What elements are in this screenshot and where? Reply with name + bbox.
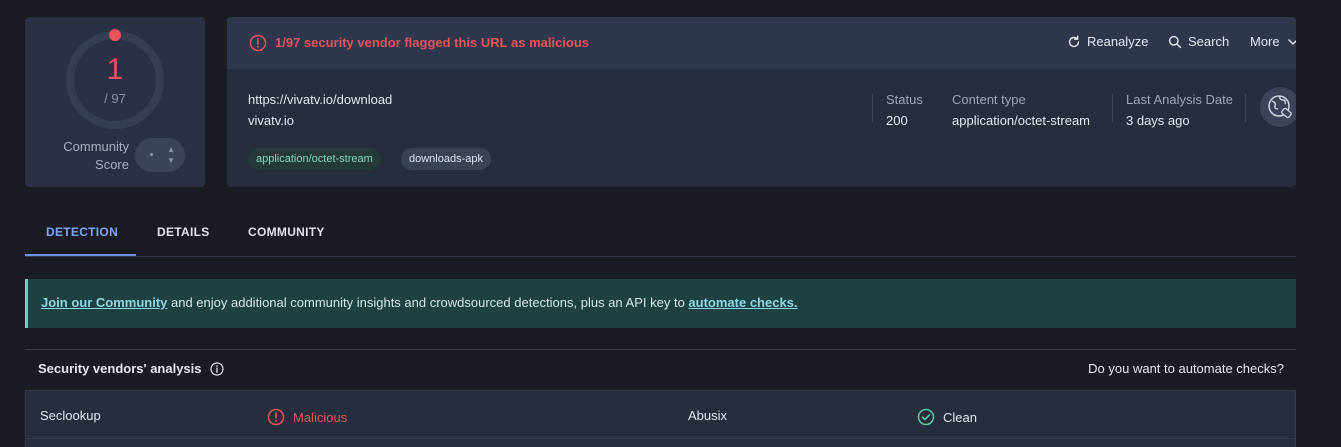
meta-divider [1245, 94, 1246, 122]
vendor-name: Abusix [688, 408, 728, 423]
reanalyze-label: Reanalyze [1087, 34, 1149, 49]
last-analysis-value: 3 days ago [1126, 113, 1190, 128]
vote-arrows-icon[interactable]: ▲ ▼ [167, 144, 175, 166]
alert-circle-icon [267, 408, 285, 426]
community-score-label: Community Score [63, 139, 129, 172]
alert-circle-icon [249, 34, 267, 52]
scanned-domain[interactable]: vivatv.io [248, 113, 294, 128]
scanned-url[interactable]: https://vivatv.io/download [248, 92, 392, 107]
detection-count: 1 [106, 53, 124, 86]
refresh-icon [1068, 35, 1080, 47]
alert-bar: 1/97 security vendor flagged this URL as… [227, 17, 1296, 69]
meta-divider [1112, 94, 1113, 122]
vendor-name: Seclookup [40, 408, 101, 423]
more-label: More [1250, 34, 1280, 49]
alert-message: 1/97 security vendor flagged this URL as… [275, 35, 590, 50]
detection-gauge-marker [109, 29, 121, 41]
vendors-table: Seclookup Malicious Abusix Clean [25, 390, 1296, 447]
row-divider [26, 438, 1295, 439]
content-type-value: application/octet-stream [952, 113, 1091, 128]
community-vote-control[interactable]: ▲ ▼ [135, 138, 185, 172]
vendors-header: Security vendors' analysis Do you want t… [25, 350, 1296, 388]
tab-community[interactable]: COMMUNITY [248, 225, 325, 239]
tag-downloads-apk[interactable]: downloads-apk [401, 148, 491, 170]
search-label: Search [1188, 34, 1230, 49]
banner-text: and enjoy additional community insights … [167, 295, 689, 310]
meta-divider [872, 94, 873, 122]
tab-details[interactable]: DETAILS [157, 225, 210, 239]
automate-checks-prompt[interactable]: Do you want to automate checks? [1088, 361, 1284, 376]
info-icon[interactable] [209, 361, 224, 376]
url-globe-icon [1260, 87, 1296, 127]
vendor-result-clean: Clean [917, 408, 977, 426]
more-menu-button[interactable]: More [1250, 34, 1296, 49]
status-value: 200 [886, 113, 908, 128]
community-score-card: 1 / 97 Community Score ▲ ▼ [25, 17, 205, 187]
join-community-link[interactable]: Join our Community [41, 295, 167, 310]
security-vendors-section: Security vendors' analysis Do you want t… [25, 349, 1296, 447]
check-circle-icon [917, 408, 935, 426]
vendors-title: Security vendors' analysis [38, 361, 224, 376]
tab-detection[interactable]: DETECTION [46, 225, 118, 239]
content-type-label: Content type [952, 92, 1026, 107]
detection-total: / 97 [104, 91, 126, 106]
vendor-result-malicious: Malicious [267, 408, 347, 426]
community-banner: Join our Community and enjoy additional … [25, 279, 1296, 328]
search-button[interactable]: Search [1168, 34, 1229, 49]
reanalyze-button[interactable]: Reanalyze [1067, 34, 1148, 49]
chevron-down-icon [1287, 38, 1296, 45]
vote-dot [150, 153, 153, 156]
search-icon [1168, 35, 1182, 48]
automate-checks-link[interactable]: automate checks. [688, 295, 797, 310]
tabs-divider [25, 256, 1296, 257]
url-summary-card: 1/97 security vendor flagged this URL as… [227, 17, 1296, 187]
tag-content-type[interactable]: application/octet-stream [248, 148, 381, 170]
last-analysis-label: Last Analysis Date [1126, 92, 1233, 107]
status-label: Status [886, 92, 923, 107]
